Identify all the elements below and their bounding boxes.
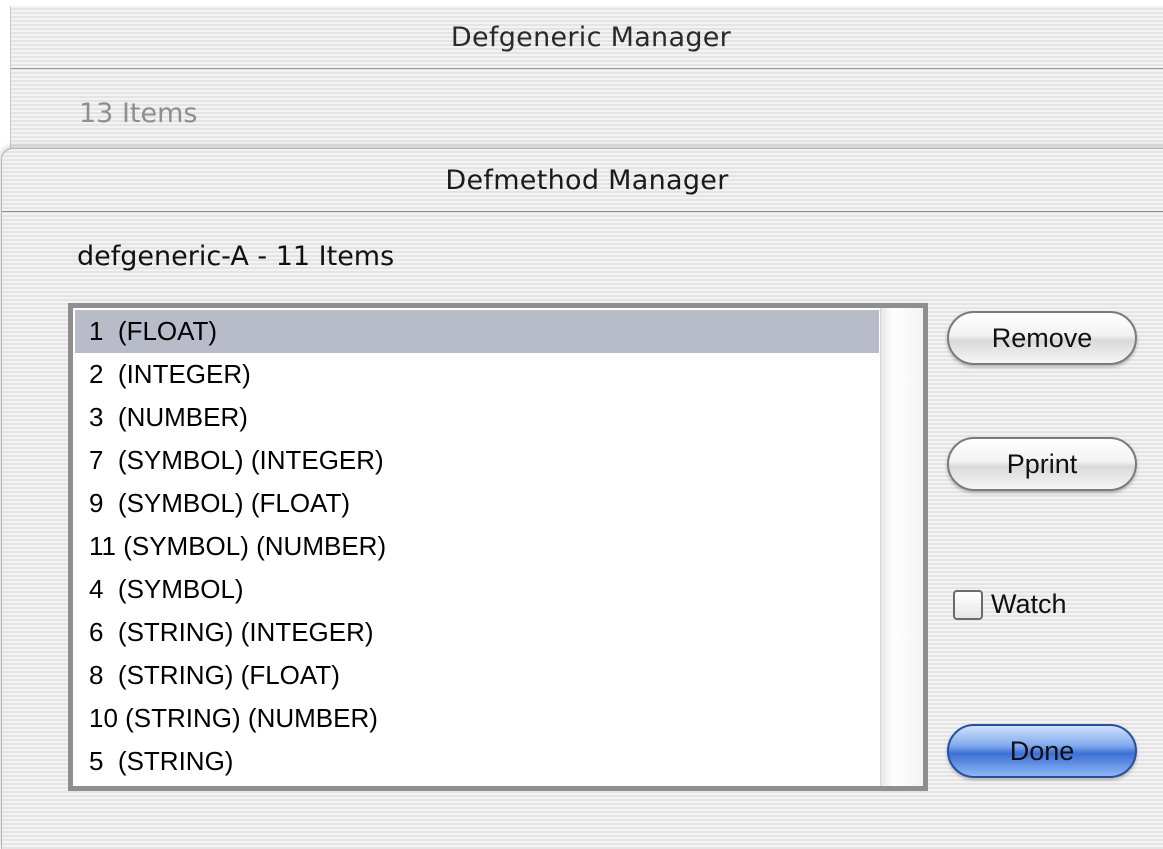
defmethod-manager-titlebar[interactable]: Defmethod Manager <box>2 149 1163 212</box>
list-item[interactable]: 3 (NUMBER) <box>75 396 879 439</box>
done-button[interactable]: Done <box>947 724 1137 778</box>
watch-checkbox[interactable]: Watch <box>953 589 1067 620</box>
list-item[interactable]: 1 (FLOAT) <box>75 310 879 353</box>
list-item[interactable]: 9 (SYMBOL) (FLOAT) <box>75 482 879 525</box>
list-scrollbar[interactable] <box>880 308 923 786</box>
defmethod-manager-window: Defmethod Manager defgeneric-A - 11 Item… <box>1 148 1163 849</box>
list-item[interactable]: 4 (SYMBOL) <box>75 568 879 611</box>
defgeneric-manager-window: Defgeneric Manager 13 Items <box>10 6 1163 166</box>
list-item[interactable]: 6 (STRING) (INTEGER) <box>75 611 879 654</box>
remove-button[interactable]: Remove <box>947 311 1137 365</box>
list-header: defgeneric-A - 11 Items <box>77 241 395 272</box>
defmethod-manager-title: Defmethod Manager <box>445 164 729 196</box>
list-item[interactable]: 8 (STRING) (FLOAT) <box>75 654 879 697</box>
list-item[interactable]: 2 (INTEGER) <box>75 353 879 396</box>
list-item[interactable]: 5 (STRING) <box>75 740 879 783</box>
defgeneric-manager-titlebar[interactable]: Defgeneric Manager <box>11 6 1163 69</box>
defgeneric-manager-title: Defgeneric Manager <box>450 21 732 53</box>
defgeneric-item-count: 13 Items <box>79 98 198 129</box>
pprint-button[interactable]: Pprint <box>947 437 1137 491</box>
watch-label: Watch <box>991 589 1067 619</box>
method-list[interactable]: 1 (FLOAT) 2 (INTEGER) 3 (NUMBER) 7 (SYMBOL)… <box>75 310 879 784</box>
list-item[interactable]: 11 (SYMBOL) (NUMBER) <box>75 525 879 568</box>
list-item[interactable]: 7 (SYMBOL) (INTEGER) <box>75 439 879 482</box>
method-list-frame: 1 (FLOAT) 2 (INTEGER) 3 (NUMBER) 7 (SYMBOL)… <box>68 303 928 791</box>
watch-checkbox-box[interactable] <box>953 589 983 620</box>
list-item[interactable]: 10 (STRING) (NUMBER) <box>75 697 879 740</box>
